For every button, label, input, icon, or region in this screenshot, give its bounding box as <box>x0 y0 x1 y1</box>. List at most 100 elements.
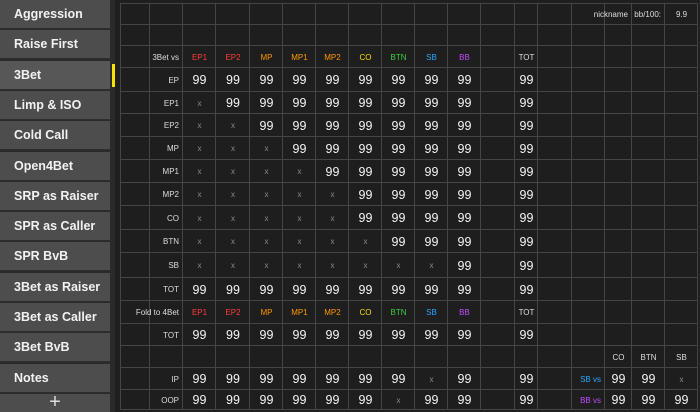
grid-cell <box>665 183 698 206</box>
side-stat-cell: 99 <box>611 393 626 407</box>
stat-cell: 99 <box>391 164 406 179</box>
stat-cell: x <box>264 237 269 246</box>
grid-cell <box>632 160 665 183</box>
add-tab-button[interactable]: + <box>0 392 110 412</box>
grid-cell <box>538 324 572 346</box>
sidebar-item-notes[interactable]: Notes <box>0 363 110 393</box>
f4b-stat-cell: 99 <box>325 372 340 386</box>
sidebar-item-open4bet[interactable]: Open4Bet <box>0 151 110 181</box>
stat-total: 99 <box>519 141 534 156</box>
stat-cell: 99 <box>226 282 240 297</box>
f4b-stat-cell: 99 <box>424 328 439 342</box>
grid-cell <box>572 46 605 68</box>
grid-cell <box>605 278 632 301</box>
f4b-stat-cell: 99 <box>358 328 373 342</box>
sidebar-item-aggression[interactable]: Aggression <box>0 0 110 29</box>
grid-cell <box>150 346 183 368</box>
sidebar-item-raise-first[interactable]: Raise First <box>0 30 110 60</box>
grid-cell <box>665 206 698 230</box>
f4b-stat-total: 99 <box>519 372 534 386</box>
stat-cell: x <box>330 261 335 270</box>
sidebar-item-3bet[interactable]: 3Bet <box>0 60 115 90</box>
grid-cell <box>632 114 665 137</box>
sidebar-item-spr-as-caller[interactable]: SPR as Caller <box>0 212 110 242</box>
grid-cell <box>481 253 515 278</box>
col-header-btn: BTN <box>390 52 407 62</box>
sidebar-item-label: Raise First <box>14 37 78 52</box>
grid-cell <box>605 230 632 253</box>
f4b-col-header-tot: TOT <box>518 308 535 317</box>
f4b-stat-cell: 99 <box>192 372 207 386</box>
stat-cell: 99 <box>358 187 373 202</box>
stat-cell: 99 <box>424 164 439 179</box>
grid-cell <box>605 137 632 160</box>
grid-cell <box>216 3 250 25</box>
f4b-stat-cell: 99 <box>391 328 406 342</box>
grid-cell <box>538 346 572 368</box>
grid-cell <box>605 92 632 114</box>
grid-cell <box>572 253 605 278</box>
grid-cell <box>415 346 448 368</box>
grid-cell <box>605 46 632 68</box>
stat-cell: 99 <box>192 282 207 297</box>
stat-cell: x <box>231 121 235 130</box>
grid-cell <box>572 230 605 253</box>
grid-cell <box>538 368 572 390</box>
grid-cell <box>120 368 150 390</box>
stat-cell: 99 <box>424 234 439 249</box>
grid-cell <box>572 160 605 183</box>
stat-cell: 99 <box>292 118 307 133</box>
f4b-stat-cell: x <box>396 395 401 405</box>
sidebar-item-label: 3Bet as Raiser <box>14 279 101 294</box>
f4b-stat-cell: 99 <box>292 372 307 386</box>
grid-cell <box>572 25 605 46</box>
stat-cell: 99 <box>457 73 472 87</box>
grid-cell <box>632 68 665 92</box>
sidebar-item-srp-as-raiser[interactable]: SRP as Raiser <box>0 181 110 211</box>
stat-cell: 99 <box>292 73 307 87</box>
stat-cell: x <box>231 167 235 176</box>
grid-cell <box>481 278 515 301</box>
stat-cell: 99 <box>358 211 373 225</box>
side-stat-cell: 99 <box>611 372 626 386</box>
stat-cell: 99 <box>358 96 373 110</box>
stat-cell: 99 <box>391 141 406 156</box>
stat-cell: x <box>231 190 235 199</box>
side-stat-cell: x <box>679 374 684 384</box>
grid-cell <box>120 324 150 346</box>
stat-cell: 99 <box>391 211 406 225</box>
sidebar-item-3bet-as-caller[interactable]: 3Bet as Caller <box>0 303 110 332</box>
f4b-stat-cell: 99 <box>358 372 373 386</box>
grid-cell <box>481 206 515 230</box>
grid-cell <box>250 25 283 46</box>
sidebar-item-3bet-bvb[interactable]: 3Bet BvB <box>0 333 110 363</box>
stats-grid: nickname bb/100: 9.9 3Bet vs EP1 EP2 MP MP1 MP2 C… <box>120 3 698 410</box>
grid-cell <box>605 253 632 278</box>
stat-cell: 99 <box>424 282 439 297</box>
grid-cell <box>572 206 605 230</box>
stat-cell: 99 <box>457 187 472 202</box>
f4b-col-header-mp: MP <box>260 308 273 317</box>
sidebar-item-spr-bvb[interactable]: SPR BvB <box>0 242 110 272</box>
stat-cell: 99 <box>391 282 406 297</box>
grid-cell <box>632 301 665 324</box>
sidebar-item-3bet-as-raiser[interactable]: 3Bet as Raiser <box>0 272 110 302</box>
stat-cell: 99 <box>391 187 406 202</box>
grid-cell <box>665 230 698 253</box>
stat-cell: x <box>429 261 434 270</box>
grid-cell <box>283 25 316 46</box>
grid-cell <box>572 114 605 137</box>
stat-total: 99 <box>519 118 534 133</box>
sidebar-item-cold-call[interactable]: Cold Call <box>0 121 110 151</box>
grid-cell <box>632 183 665 206</box>
col-header-mp: MP <box>260 52 273 62</box>
stat-cell: 99 <box>457 164 472 179</box>
grid-cell <box>120 253 150 278</box>
grid-cell <box>481 368 515 390</box>
f4b-stat-cell: 99 <box>457 372 472 386</box>
row-label-tot: TOT <box>163 285 179 294</box>
stat-cell: x <box>297 190 302 199</box>
bb100-label: bb/100: <box>634 9 661 19</box>
sidebar-item-limp-iso[interactable]: Limp & ISO <box>0 90 110 120</box>
side-stat-cell: 99 <box>641 393 656 407</box>
